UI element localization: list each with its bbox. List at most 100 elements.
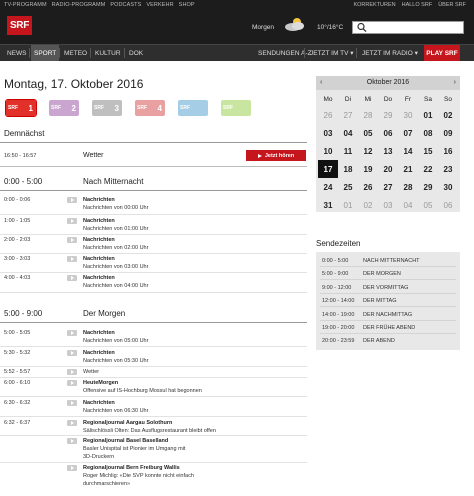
calendar-day[interactable]: 21 bbox=[398, 160, 418, 178]
play-icon[interactable] bbox=[67, 256, 77, 262]
nav-news[interactable]: NEWS bbox=[4, 45, 30, 61]
channel-srf-4[interactable]: SRF 4 bbox=[135, 100, 165, 116]
calendar-day[interactable]: 03 bbox=[318, 124, 338, 142]
channel-srf-virus[interactable]: SRF bbox=[221, 100, 251, 116]
nav-meteo[interactable]: METEO bbox=[61, 45, 90, 61]
play-icon[interactable] bbox=[67, 369, 77, 375]
play-icon[interactable] bbox=[67, 197, 77, 203]
play-icon[interactable] bbox=[67, 237, 77, 243]
row-title[interactable]: Nachrichten bbox=[83, 256, 115, 262]
nav-jetzt-im-tv[interactable]: JETZT IM TV ▾ bbox=[307, 45, 356, 61]
row-title[interactable]: Nachrichten bbox=[83, 218, 115, 224]
calendar-day[interactable]: 20 bbox=[378, 160, 398, 178]
calendar-day[interactable]: 18 bbox=[338, 160, 358, 178]
top-link-radio-programm[interactable]: RADIO-PROGRAMM bbox=[52, 2, 106, 8]
search-input[interactable] bbox=[352, 21, 464, 34]
top-link-ueber-srf[interactable]: ÜBER SRF bbox=[438, 2, 466, 8]
sendezeit-name[interactable]: DER VORMITTAG bbox=[363, 285, 408, 291]
sendezeit-name[interactable]: DER FRÜHE ABEND bbox=[363, 325, 415, 331]
row-title[interactable]: Nachrichten bbox=[83, 350, 115, 356]
calendar-day[interactable]: 14 bbox=[398, 142, 418, 160]
calendar-day[interactable]: 25 bbox=[338, 178, 358, 196]
nav-jetzt-im-radio[interactable]: JETZT IM RADIO ▾ bbox=[359, 45, 421, 61]
top-link-podcasts[interactable]: PODCASTS bbox=[110, 2, 141, 8]
sendezeit-name[interactable]: NACH MITTERNACHT bbox=[363, 258, 420, 264]
calendar-day[interactable]: 16 bbox=[438, 142, 458, 160]
play-icon[interactable] bbox=[67, 380, 77, 386]
top-link-tv-programm[interactable]: TV-PROGRAMM bbox=[4, 2, 47, 8]
row-title[interactable]: Regionaljournal Aargau Solothurn bbox=[83, 420, 172, 426]
sendezeit-name[interactable]: DER MITTAG bbox=[363, 298, 397, 304]
play-icon[interactable] bbox=[67, 400, 77, 406]
nav-sendungen-az[interactable]: SENDUNGEN A-Z bbox=[255, 45, 314, 61]
top-link-hallo-srf[interactable]: HALLO SRF bbox=[402, 2, 433, 8]
play-icon[interactable] bbox=[67, 330, 77, 336]
row-title[interactable]: Nachrichten bbox=[83, 275, 115, 281]
calendar-day[interactable]: 19 bbox=[358, 160, 378, 178]
calendar-day[interactable]: 24 bbox=[318, 178, 338, 196]
sendezeit-item[interactable]: 12:00 - 14:00 DER MITTAG bbox=[316, 295, 460, 308]
play-icon[interactable] bbox=[67, 420, 77, 426]
calendar-day[interactable]: 22 bbox=[418, 160, 438, 178]
sendezeit-item[interactable]: 9:00 - 12:00 DER VORMITTAG bbox=[316, 282, 460, 294]
calendar-day[interactable]: 02 bbox=[438, 106, 458, 124]
play-icon[interactable] bbox=[67, 438, 77, 444]
calendar-day[interactable]: 26 bbox=[358, 178, 378, 196]
nav-sport[interactable]: SPORT bbox=[31, 45, 60, 61]
sendezeit-item[interactable]: 20:00 - 23:59 DER ABEND bbox=[316, 335, 460, 347]
channel-srf-musikwelle[interactable]: SRF bbox=[178, 100, 208, 116]
calendar-next-button[interactable]: › bbox=[454, 79, 456, 86]
highlight-title[interactable]: Wetter bbox=[83, 152, 104, 159]
top-link-korrekturen[interactable]: KORREKTUREN bbox=[353, 2, 395, 8]
play-icon[interactable] bbox=[67, 350, 77, 356]
calendar-day[interactable]: 29 bbox=[418, 178, 438, 196]
sendezeit-name[interactable]: DER ABEND bbox=[363, 338, 395, 344]
calendar-day[interactable]: 05 bbox=[358, 124, 378, 142]
jetzt-hoeren-button[interactable]: Jetzt hören bbox=[246, 150, 306, 161]
calendar-day[interactable]: 10 bbox=[318, 142, 338, 160]
channel-srf-2[interactable]: SRF 2 bbox=[49, 100, 79, 116]
row-title[interactable]: Nachrichten bbox=[83, 330, 115, 336]
channel-srf-3[interactable]: SRF 3 bbox=[92, 100, 122, 116]
calendar-day[interactable]: 31 bbox=[318, 196, 338, 214]
calendar-day[interactable]: 30 bbox=[438, 178, 458, 196]
calendar-day[interactable]: 15 bbox=[418, 142, 438, 160]
play-icon[interactable] bbox=[67, 218, 77, 224]
row-title[interactable]: HeuteMorgen bbox=[83, 380, 118, 386]
calendar-day[interactable]: 06 bbox=[378, 124, 398, 142]
calendar-day[interactable]: 27 bbox=[378, 178, 398, 196]
search-icon[interactable] bbox=[356, 21, 368, 34]
calendar-day[interactable]: 11 bbox=[338, 142, 358, 160]
row-title[interactable]: Regionaljournal Bern Freiburg Wallis bbox=[83, 465, 180, 471]
sendezeit-item[interactable]: 0:00 - 5:00 NACH MITTERNACHT bbox=[316, 255, 460, 267]
calendar-day[interactable]: 17 bbox=[318, 160, 338, 178]
sendezeit-item[interactable]: 19:00 - 20:00 DER FRÜHE ABEND bbox=[316, 322, 460, 334]
nav-kultur[interactable]: KULTUR bbox=[92, 45, 124, 61]
top-link-verkehr[interactable]: VERKEHR bbox=[146, 2, 173, 8]
row-title[interactable]: Nachrichten bbox=[83, 400, 115, 406]
top-link-shop[interactable]: SHOP bbox=[179, 2, 195, 8]
calendar-day[interactable]: 01 bbox=[418, 106, 438, 124]
row-title[interactable]: Nachrichten bbox=[83, 197, 115, 203]
row-title[interactable]: Regionaljournal Basel Baselland bbox=[83, 438, 168, 444]
play-srf-button[interactable]: PLAY SRF bbox=[424, 45, 460, 61]
sendezeit-name[interactable]: DER NACHMITTAG bbox=[363, 312, 412, 318]
sendezeit-item[interactable]: 14:00 - 19:00 DER NACHMITTAG bbox=[316, 309, 460, 321]
nav-dok[interactable]: DOK bbox=[126, 45, 146, 61]
sendezeit-name[interactable]: DER MORGEN bbox=[363, 271, 401, 277]
calendar-day[interactable]: 09 bbox=[438, 124, 458, 142]
srf-logo[interactable]: SRF bbox=[7, 16, 32, 35]
row-title[interactable]: Nachrichten bbox=[83, 237, 115, 243]
calendar-day[interactable]: 13 bbox=[378, 142, 398, 160]
row-subtitle[interactable]: Wetter bbox=[83, 369, 99, 375]
calendar-day[interactable]: 23 bbox=[438, 160, 458, 178]
calendar-day[interactable]: 28 bbox=[398, 178, 418, 196]
calendar-day[interactable]: 08 bbox=[418, 124, 438, 142]
play-icon[interactable] bbox=[67, 465, 77, 471]
channel-srf-1[interactable]: SRF 1 bbox=[5, 99, 37, 117]
play-icon[interactable] bbox=[67, 275, 77, 281]
calendar-day[interactable]: 07 bbox=[398, 124, 418, 142]
calendar-day[interactable]: 04 bbox=[338, 124, 358, 142]
calendar-day[interactable]: 12 bbox=[358, 142, 378, 160]
sendezeit-item[interactable]: 5:00 - 9:00 DER MORGEN bbox=[316, 268, 460, 281]
